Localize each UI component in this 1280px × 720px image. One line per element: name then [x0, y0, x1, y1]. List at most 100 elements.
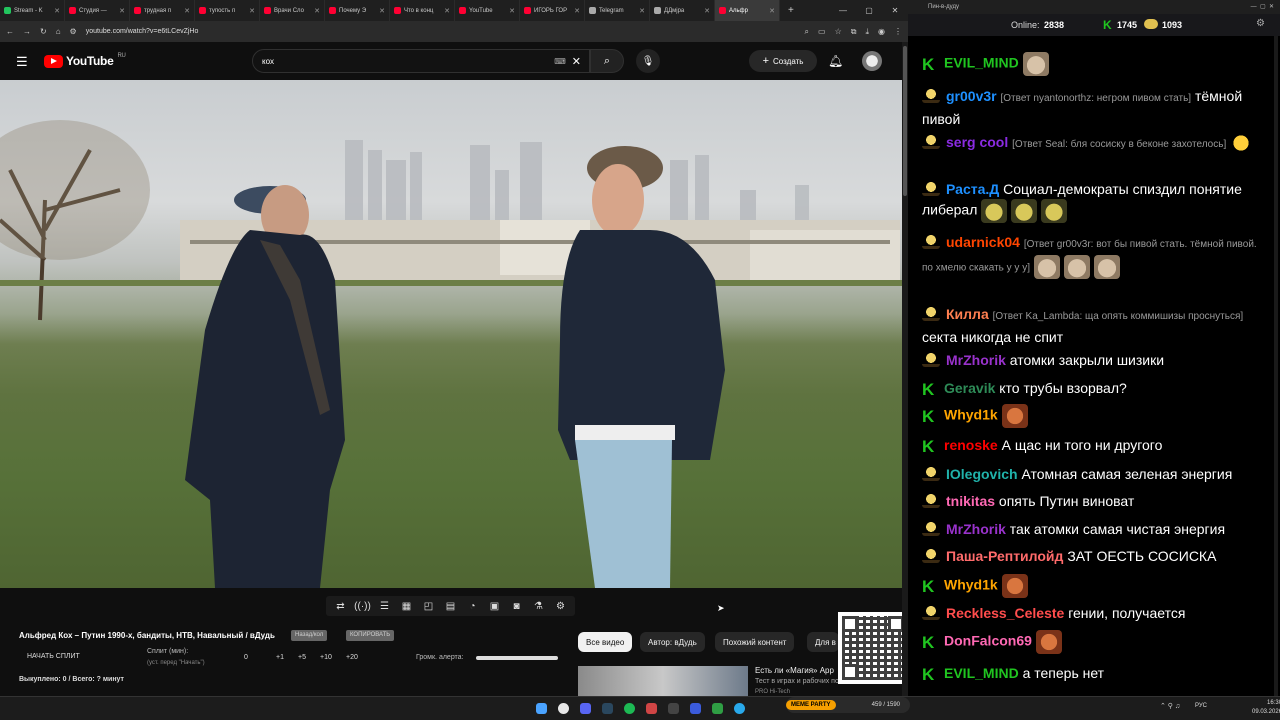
avatar[interactable] — [862, 51, 882, 71]
reload-icon[interactable]: ↻ — [40, 27, 47, 36]
recommended-thumbnail[interactable] — [578, 666, 748, 696]
chapters-icon[interactable]: ▣ — [486, 599, 503, 613]
film-icon[interactable]: ▦ — [398, 599, 415, 613]
split-value-10[interactable]: +10 — [320, 654, 332, 661]
split-value-20[interactable]: +20 — [346, 654, 358, 661]
tab-close-icon[interactable]: ✕ — [769, 7, 775, 15]
screenshot-icon[interactable]: ◙ — [508, 599, 525, 613]
browser-tab[interactable]: Что в конц ✕ — [390, 0, 455, 21]
start-split-button[interactable]: НАЧАТЬ СПЛИТ — [27, 653, 80, 660]
forward-icon[interactable]: → — [23, 27, 31, 36]
profile-icon[interactable]: ◉ — [878, 27, 885, 36]
youtube-logo[interactable]: YouTube RU — [44, 53, 126, 68]
tab-close-icon[interactable]: ✕ — [639, 7, 645, 15]
recommended-title[interactable]: Есть ли «Магия» App — [755, 666, 834, 675]
zoom-icon[interactable]: ⌕ — [805, 27, 809, 37]
scrollbar-thumb[interactable] — [903, 46, 907, 196]
alert-volume-slider[interactable] — [476, 656, 558, 660]
playlist-icon[interactable]: ☰ — [376, 599, 393, 613]
chip-for-you[interactable]: Для в — [807, 632, 839, 652]
chat-username[interactable]: Раста.Д — [946, 181, 999, 197]
chat-username[interactable]: Паша-Рептилойд — [946, 548, 1063, 564]
app-icon[interactable] — [690, 703, 701, 714]
spotify-icon[interactable] — [624, 703, 635, 714]
picture-in-picture-icon[interactable]: ◰ — [420, 599, 437, 613]
extensions-icon[interactable]: ⧉ — [851, 27, 857, 37]
tab-close-icon[interactable]: ✕ — [509, 7, 515, 15]
browser-tab[interactable]: Студия — ✕ — [65, 0, 130, 21]
browser-tab[interactable]: Альфр ✕ — [715, 0, 780, 21]
downloads-icon[interactable]: ⤓ — [865, 27, 869, 37]
tab-close-icon[interactable]: ✕ — [119, 7, 125, 15]
browser-tab[interactable]: ИГОРЬ ГОР ✕ — [520, 0, 585, 21]
tab-close-icon[interactable]: ✕ — [184, 7, 190, 15]
site-info-icon[interactable]: ⚙ — [70, 27, 77, 36]
browser-tab[interactable]: трудная п ✕ — [130, 0, 195, 21]
chat-username[interactable]: Whyd1k — [944, 407, 998, 423]
chat-window-controls[interactable]: — ▢ ✕ — [1251, 0, 1274, 14]
tray-icons[interactable]: ⌃ ⚲ ♫ — [1160, 702, 1180, 710]
tab-close-icon[interactable]: ✕ — [379, 7, 385, 15]
clock[interactable]: 16:30 09.03.2026 — [1252, 699, 1280, 717]
app-icon[interactable] — [646, 703, 657, 714]
back-badge[interactable]: Назад/кол — [291, 630, 328, 641]
tab-close-icon[interactable]: ✕ — [574, 7, 580, 15]
language-indicator[interactable]: РУС — [1195, 703, 1207, 709]
chat-username[interactable]: udarnick04 — [946, 234, 1020, 250]
lab-flask-icon[interactable]: ⚗ — [530, 599, 547, 613]
chat-username[interactable]: DonFalcon69 — [944, 633, 1032, 649]
search-button[interactable]: ⌕ — [590, 49, 624, 73]
chat-username[interactable]: EVIL_MIND — [944, 55, 1019, 71]
chat-username[interactable]: serg cool — [946, 134, 1008, 150]
browser-tab[interactable]: Telegram ✕ — [585, 0, 650, 21]
back-icon[interactable]: ← — [6, 27, 14, 36]
menu-icon[interactable]: ⋮ — [894, 27, 902, 36]
loop-icon[interactable]: ⇄ — [332, 599, 349, 613]
notifications-bell-icon[interactable]: 🔔︎ — [828, 54, 843, 68]
chip-author[interactable]: Автор: вДудь — [640, 632, 705, 652]
cast-icon[interactable]: ▭ — [818, 27, 826, 36]
chat-username[interactable]: MrZhorik — [946, 352, 1006, 368]
telegram-icon[interactable] — [734, 703, 745, 714]
chat-scrollbar[interactable] — [1274, 36, 1278, 696]
split-value-5[interactable]: +5 — [298, 654, 306, 661]
chat-settings-icon[interactable]: ⚙ — [1256, 18, 1265, 29]
theater-icon[interactable]: ▤ — [442, 599, 459, 613]
chat-username[interactable]: EVIL_MIND — [944, 665, 1019, 681]
browser-tab[interactable]: Stream - K ✕ — [0, 0, 65, 21]
steam-icon[interactable] — [602, 703, 613, 714]
hamburger-menu-icon[interactable]: ☰ — [16, 54, 28, 70]
discord-icon[interactable] — [580, 703, 591, 714]
split-value-0[interactable]: 0 — [244, 654, 248, 661]
bookmark-star-icon[interactable]: ☆ — [835, 27, 842, 36]
tab-close-icon[interactable]: ✕ — [444, 7, 450, 15]
browser-tab[interactable]: тупость п ✕ — [195, 0, 260, 21]
start-menu-icon[interactable] — [536, 703, 547, 714]
chat-username[interactable]: renoske — [944, 437, 998, 453]
minimize-button[interactable]: — — [830, 0, 856, 21]
chat-username[interactable]: Reckless_Celeste — [946, 605, 1064, 621]
tab-close-icon[interactable]: ✕ — [704, 7, 710, 15]
chat-username[interactable]: tnikitas — [946, 493, 995, 509]
chat-username[interactable]: gr00v3r — [946, 88, 997, 104]
video-player[interactable] — [0, 80, 902, 588]
clear-search-icon[interactable]: ✕ — [572, 55, 581, 68]
browser-tab[interactable]: ДДмjра ✕ — [650, 0, 715, 21]
meme-party-widget[interactable]: MEME PARTY 459 / 1590 — [786, 697, 910, 713]
speed-icon[interactable]: ◔ — [464, 599, 481, 613]
chat-username[interactable]: Whyd1k — [944, 577, 998, 593]
browser-tab[interactable]: Почему Э ✕ — [325, 0, 390, 21]
new-tab-button[interactable]: + — [780, 5, 802, 16]
tab-close-icon[interactable]: ✕ — [314, 7, 320, 15]
browser-tab[interactable]: YouTube ✕ — [455, 0, 520, 21]
copy-badge[interactable]: КОПИРОВАТЬ — [346, 630, 395, 641]
tab-close-icon[interactable]: ✕ — [54, 7, 60, 15]
app-icon[interactable] — [712, 703, 723, 714]
chip-similar[interactable]: Похожий контент — [715, 632, 795, 652]
keyboard-icon[interactable]: ⌨ — [554, 57, 566, 66]
app-icon[interactable] — [668, 703, 679, 714]
chat-username[interactable]: Geravik — [944, 380, 995, 396]
close-window-button[interactable]: ✕ — [882, 0, 908, 21]
chrome-icon[interactable] — [558, 703, 569, 714]
voice-search-button[interactable]: 🎙 — [636, 49, 660, 73]
